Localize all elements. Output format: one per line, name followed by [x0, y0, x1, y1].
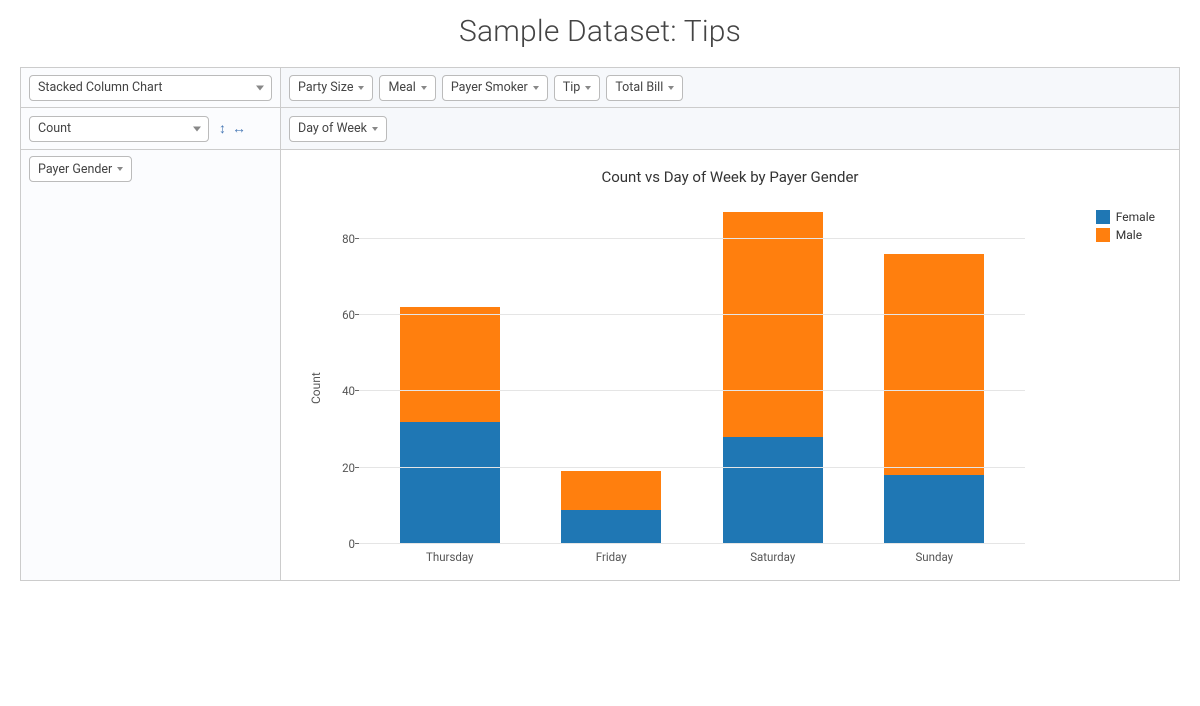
- y-tick-label: 0: [327, 537, 355, 551]
- bar-segment-female: [561, 510, 661, 544]
- chevron-down-icon: [117, 167, 123, 171]
- gridline: [359, 390, 1025, 391]
- row-fields-cell: Payer Gender: [21, 150, 281, 580]
- chevron-down-icon: [256, 85, 264, 90]
- chevron-down-icon: [358, 86, 364, 90]
- col-field-day-of-week[interactable]: Day of Week: [289, 116, 387, 142]
- chevron-down-icon: [668, 86, 674, 90]
- sort-cols-icon[interactable]: ↔: [232, 120, 246, 137]
- y-tick-label: 60: [327, 308, 355, 322]
- y-tick-label: 20: [327, 461, 355, 475]
- stacked-bar: [884, 208, 984, 544]
- sort-controls: ↕ ↔: [219, 120, 246, 137]
- y-tick-label: 80: [327, 232, 355, 246]
- field-tip[interactable]: Tip: [554, 75, 601, 101]
- row-field-payer-gender[interactable]: Payer Gender: [29, 156, 132, 182]
- x-tick-label: Sunday: [915, 550, 953, 564]
- gridline: [359, 467, 1025, 468]
- legend-label: Female: [1116, 210, 1155, 224]
- bar-slot: Sunday: [854, 208, 1016, 544]
- chart-title: Count vs Day of Week by Payer Gender: [305, 168, 1155, 186]
- legend-swatch: [1096, 228, 1110, 242]
- bar-segment-male: [561, 471, 661, 509]
- x-tick-label: Friday: [596, 550, 627, 564]
- chevron-down-icon: [585, 86, 591, 90]
- aggregator-value: Count: [38, 121, 71, 136]
- y-tick-label: 40: [327, 384, 355, 398]
- y-tick-mark: [355, 543, 359, 544]
- chevron-down-icon: [193, 126, 201, 131]
- bar-segment-female: [400, 422, 500, 544]
- field-meal[interactable]: Meal: [379, 75, 435, 101]
- aggregator-select[interactable]: Count: [29, 116, 209, 142]
- stacked-bar: [723, 208, 823, 544]
- unused-fields-cell: Party Size Meal Payer Smoker Tip Total B…: [281, 68, 1179, 108]
- stacked-bar: [400, 208, 500, 544]
- sort-rows-icon[interactable]: ↕: [219, 120, 226, 137]
- bar-slot: Friday: [531, 208, 693, 544]
- chart-plot-area: ThursdayFridaySaturdaySunday 020406080 F…: [323, 208, 1155, 568]
- bar-segment-female: [884, 475, 984, 544]
- legend-swatch: [1096, 210, 1110, 224]
- bar-segment-male: [723, 212, 823, 437]
- legend: Female Male: [1096, 210, 1155, 246]
- gridline: [359, 543, 1025, 544]
- gridline: [359, 314, 1025, 315]
- bar-slot: Saturday: [692, 208, 854, 544]
- bar-slot: Thursday: [369, 208, 531, 544]
- legend-label: Male: [1116, 228, 1142, 242]
- y-tick-mark: [355, 467, 359, 468]
- field-payer-smoker[interactable]: Payer Smoker: [442, 75, 548, 101]
- chevron-down-icon: [421, 86, 427, 90]
- page-title: Sample Dataset: Tips: [20, 14, 1180, 49]
- stacked-bar: [561, 208, 661, 544]
- chart-cell: Count vs Day of Week by Payer Gender Cou…: [281, 150, 1179, 580]
- x-tick-label: Saturday: [750, 550, 795, 564]
- x-tick-label: Thursday: [426, 550, 473, 564]
- chart-type-value: Stacked Column Chart: [38, 80, 162, 95]
- aggregator-cell: Count ↕ ↔: [21, 108, 281, 150]
- y-tick-mark: [355, 238, 359, 239]
- chevron-down-icon: [372, 127, 378, 131]
- bar-segment-female: [723, 437, 823, 544]
- bar-segment-male: [400, 307, 500, 422]
- field-total-bill[interactable]: Total Bill: [606, 75, 683, 101]
- field-party-size[interactable]: Party Size: [289, 75, 373, 101]
- legend-item-male: Male: [1096, 228, 1155, 242]
- column-fields-cell: Day of Week: [281, 108, 1179, 150]
- chevron-down-icon: [533, 86, 539, 90]
- y-axis-label: Count: [305, 208, 323, 568]
- legend-item-female: Female: [1096, 210, 1155, 224]
- bar-segment-male: [884, 254, 984, 475]
- y-tick-mark: [355, 390, 359, 391]
- gridline: [359, 238, 1025, 239]
- y-tick-mark: [355, 314, 359, 315]
- pivot-table-ui: Stacked Column Chart Party Size Meal Pay…: [20, 67, 1180, 581]
- chart-type-select[interactable]: Stacked Column Chart: [29, 75, 272, 101]
- chart-type-cell: Stacked Column Chart: [21, 68, 281, 108]
